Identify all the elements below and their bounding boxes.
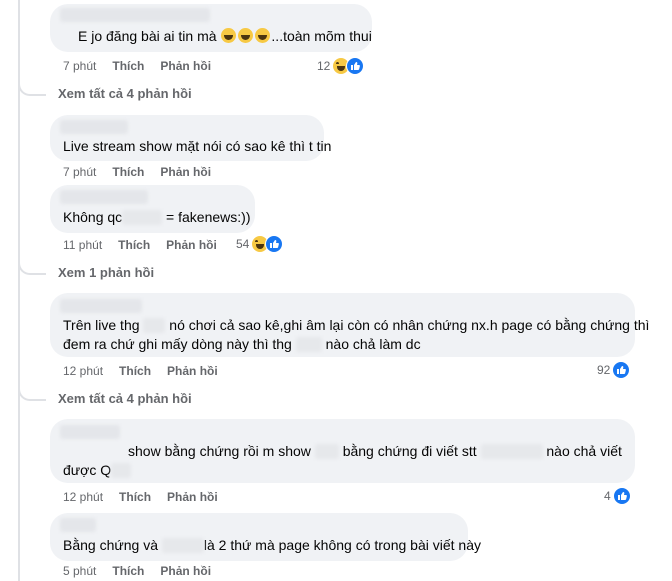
comment-time: 7 phút	[63, 59, 97, 73]
blurred-author-name	[60, 8, 210, 22]
blurred-author-name	[60, 299, 142, 313]
like-icon	[612, 487, 631, 505]
comment-actions: 7 phút Thích Phản hồi	[63, 164, 211, 180]
view-replies-link[interactable]: Xem tất cả 4 phản hồi	[58, 391, 192, 406]
like-button[interactable]: Thích	[112, 59, 144, 73]
reply-connector	[18, 385, 46, 401]
like-button[interactable]: Thích	[112, 564, 144, 578]
blurred-text	[161, 538, 204, 553]
comment-time: 5 phút	[63, 564, 97, 578]
comment-bubble: E jo đăng bài ai tin mà ...toàn mõm thui	[50, 4, 372, 52]
like-icon	[346, 57, 365, 75]
reply-button[interactable]: Phản hồi	[160, 165, 211, 179]
reply-button[interactable]: Phản hồi	[160, 564, 211, 578]
comment-text-line: show bằng chứng rồi m show bằng chứng đi…	[128, 443, 622, 459]
laughing-emoji-icon	[255, 28, 271, 43]
like-icon	[612, 361, 631, 379]
like-button[interactable]: Thích	[112, 165, 144, 179]
like-button[interactable]: Thích	[118, 238, 150, 252]
reaction-count: 92	[597, 363, 611, 377]
like-icon	[265, 235, 284, 253]
like-button[interactable]: Thích	[119, 490, 151, 504]
blurred-author-name	[60, 190, 148, 204]
comment-actions: 7 phút Thích Phản hồi	[63, 58, 211, 74]
reaction-count: 12	[317, 59, 331, 73]
blurred-text	[143, 318, 166, 333]
comment-text: Bằng chứng và là 2 thứ mà page không có …	[63, 537, 481, 553]
comment-bubble: Live stream show mặt nói có sao kê thì t…	[50, 115, 331, 161]
reaction-count: 4	[604, 489, 611, 503]
comment-time: 7 phút	[63, 165, 97, 179]
reaction-summary[interactable]: 4	[604, 487, 631, 505]
comment-bubble: show bằng chứng rồi m show bằng chứng đi…	[50, 419, 635, 483]
comment-text: Không qc = fakenews:))	[63, 209, 251, 225]
reaction-summary[interactable]: 54	[236, 235, 284, 253]
comment-text-line: đem ra chứ ghi mấy dòng này thì thg nào …	[63, 336, 421, 352]
comment-bubble: Trên live thg nó chơi cả sao kê,ghi âm l…	[50, 293, 649, 357]
reply-button[interactable]: Phản hồi	[167, 490, 218, 504]
comment-actions: 5 phút Thích Phản hồi	[63, 563, 211, 579]
comment-actions: 12 phút Thích Phản hồi	[63, 489, 218, 505]
view-replies-link[interactable]: Xem 1 phản hồi	[58, 265, 154, 280]
blurred-author-name	[60, 425, 120, 439]
comment-actions: 12 phút Thích Phản hồi	[63, 363, 218, 379]
like-button[interactable]: Thích	[119, 364, 151, 378]
reaction-count: 54	[236, 237, 250, 251]
blurred-author-name	[60, 518, 96, 532]
comment-bubble: Không qc = fakenews:))	[50, 185, 255, 233]
laughing-emoji-icon	[238, 28, 254, 43]
reaction-summary[interactable]: 92	[597, 361, 631, 379]
laughing-emoji-icon	[221, 28, 237, 43]
blurred-text	[295, 337, 322, 352]
view-replies-link[interactable]: Xem tất cả 4 phản hồi	[58, 86, 192, 101]
blurred-text	[314, 444, 339, 459]
comment-text: E jo đăng bài ai tin mà ...toàn mõm thui	[78, 28, 372, 44]
reply-button[interactable]: Phản hồi	[160, 59, 211, 73]
reply-connector	[18, 259, 46, 275]
reaction-summary[interactable]: 12	[317, 57, 365, 75]
blurred-text	[111, 463, 132, 478]
comment-bubble: Bằng chứng và là 2 thứ mà page không có …	[50, 513, 481, 561]
blurred-author-name	[60, 120, 128, 134]
comment-time: 11 phút	[63, 238, 103, 252]
reply-button[interactable]: Phản hồi	[166, 238, 217, 252]
blurred-text	[480, 444, 543, 459]
comment-actions: 11 phút Thích Phản hồi	[63, 237, 217, 253]
comment-text-line: Trên live thg nó chơi cả sao kê,ghi âm l…	[63, 317, 650, 333]
comment-text-line: được Q	[63, 460, 132, 480]
comment-time: 12 phút	[63, 364, 104, 378]
blurred-text	[122, 210, 163, 225]
comment-text: Live stream show mặt nói có sao kê thì t…	[63, 138, 332, 154]
reply-connector	[18, 80, 46, 96]
reply-button[interactable]: Phản hồi	[167, 364, 218, 378]
comment-time: 12 phút	[63, 490, 104, 504]
